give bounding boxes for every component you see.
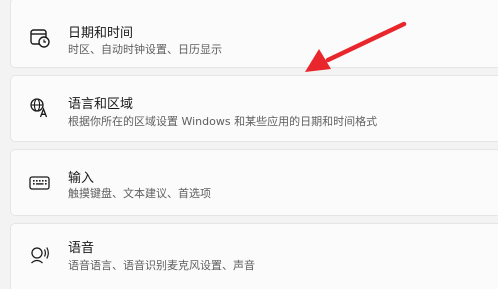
- calendar-clock-icon: [29, 27, 51, 49]
- settings-item-input[interactable]: 输入 触摸键盘、文本建议、首选项: [10, 149, 498, 216]
- item-title: 日期和时间: [68, 26, 134, 41]
- settings-item-speech[interactable]: 语音 语音语言、语音识别麦克风设置、声音: [10, 223, 498, 289]
- item-title: 语言和区域: [68, 97, 134, 112]
- item-subtitle: 时区、自动时钟设置、日历显示: [68, 43, 222, 56]
- speech-icon: [29, 243, 51, 265]
- item-subtitle: 触摸键盘、文本建议、首选项: [68, 187, 211, 200]
- settings-item-language-region[interactable]: 语言和区域 根据你所在的区域设置 Windows 和某些应用的日期和时间格式: [10, 75, 498, 142]
- item-title: 输入: [68, 171, 95, 186]
- keyboard-icon: [29, 173, 51, 195]
- settings-item-date-time[interactable]: 日期和时间 时区、自动时钟设置、日历显示: [10, 0, 498, 68]
- language-icon: [29, 97, 51, 119]
- item-title: 语音: [68, 241, 95, 256]
- item-subtitle: 根据你所在的区域设置 Windows 和某些应用的日期和时间格式: [68, 115, 378, 128]
- item-subtitle: 语音语言、语音识别麦克风设置、声音: [68, 259, 255, 272]
